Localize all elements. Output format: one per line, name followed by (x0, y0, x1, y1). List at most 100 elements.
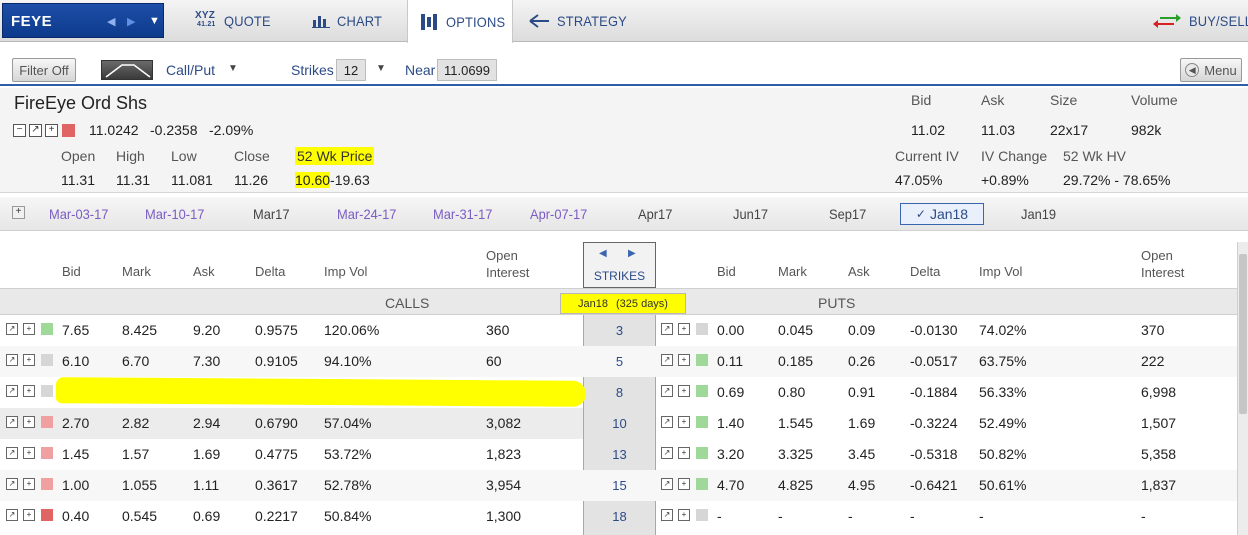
tab-options[interactable]: OPTIONS (407, 0, 513, 43)
symbol-dropdown-icon[interactable]: ▼ (149, 15, 160, 27)
put-oi-cell[interactable]: 1,507 (1141, 415, 1176, 431)
call-delta-cell[interactable]: 0.2217 (255, 508, 298, 524)
tab-chart[interactable]: CHART (312, 0, 386, 42)
call-trade-icon[interactable]: ↗ (6, 447, 18, 459)
put-delta-cell[interactable]: -0.3224 (910, 415, 957, 431)
call-add-icon[interactable]: + (23, 354, 35, 366)
call-put-selector[interactable]: Call/Put (166, 62, 215, 78)
put-mark-cell[interactable]: 4.825 (778, 477, 813, 493)
put-ask-cell[interactable]: 1.69 (848, 415, 875, 431)
put-delta-cell[interactable]: -0.1884 (910, 384, 957, 400)
put-oi-cell[interactable]: 6,998 (1141, 384, 1176, 400)
put-trade-icon[interactable]: ↗ (661, 385, 673, 397)
call-oi-cell[interactable]: 1,300 (486, 508, 521, 524)
menu-button[interactable]: ◀ Menu (1180, 58, 1242, 82)
put-ask-cell[interactable]: 4.95 (848, 477, 875, 493)
expand-all-icon[interactable]: + (12, 206, 25, 219)
put-add-icon[interactable]: + (678, 385, 690, 397)
call-iv-cell[interactable]: 94.10% (324, 353, 371, 369)
call-mark-cell[interactable]: 0.545 (122, 508, 157, 524)
put-oi-cell[interactable]: 5,358 (1141, 446, 1176, 462)
puts-bid-header[interactable]: Bid (717, 264, 736, 279)
strike-cell[interactable]: 10 (583, 416, 656, 431)
puts-impvol-header[interactable]: Imp Vol (979, 264, 1022, 279)
call-trade-icon[interactable]: ↗ (6, 509, 18, 521)
strike-cell[interactable]: 3 (583, 323, 656, 338)
vertical-scrollbar[interactable] (1237, 242, 1248, 535)
put-bid-cell[interactable]: 0.69 (717, 384, 744, 400)
exp-mar-24-17[interactable]: Mar-24-17 (337, 206, 396, 222)
near-price-field[interactable]: 11.0699 (437, 59, 497, 81)
call-mark-cell[interactable]: 8.425 (122, 322, 157, 338)
put-trade-icon[interactable]: ↗ (661, 416, 673, 428)
put-delta-cell[interactable]: -0.0517 (910, 353, 957, 369)
call-trade-icon[interactable]: ↗ (6, 323, 18, 335)
table-row[interactable]: ↗ +7.65 8.425 9.20 0.9575 120.06% 360 3 ↗ +0.00 0.… (0, 315, 1248, 346)
call-add-icon[interactable]: + (23, 509, 35, 521)
call-trade-icon[interactable]: ↗ (6, 478, 18, 490)
call-oi-cell[interactable]: 3,954 (486, 477, 521, 493)
put-trade-icon[interactable]: ↗ (661, 478, 673, 490)
call-bid-cell[interactable]: 7.65 (62, 322, 89, 338)
call-iv-cell[interactable]: 50.84% (324, 508, 371, 524)
put-oi-cell[interactable]: 222 (1141, 353, 1164, 369)
put-bid-cell[interactable]: 4.70 (717, 477, 744, 493)
filter-button[interactable]: Filter Off (12, 58, 76, 82)
call-oi-cell[interactable]: 360 (486, 322, 509, 338)
table-row[interactable]: ↗ +1.00 1.055 1.11 0.3617 52.78% 3,954 15 ↗ +4.70… (0, 470, 1248, 501)
table-row[interactable]: ↗ +0.40 0.545 0.69 0.2217 50.84% 1,300 18 ↗ + - - - -… (0, 501, 1248, 532)
exp-apr-07-17[interactable]: Apr-07-17 (530, 206, 587, 222)
put-delta-cell[interactable]: - (910, 508, 915, 524)
put-bid-cell[interactable]: 0.11 (717, 353, 743, 369)
call-add-icon[interactable]: + (23, 478, 35, 490)
table-row[interactable]: ↗ +6.10 6.70 7.30 0.9105 94.10% 60 5 ↗ +0.11 0.185… (0, 346, 1248, 377)
exp-jun17[interactable]: Jun17 (733, 206, 768, 222)
call-ask-cell[interactable]: 0.69 (193, 508, 220, 524)
put-mark-cell[interactable]: 1.545 (778, 415, 813, 431)
call-delta-cell[interactable]: 0.4775 (255, 446, 298, 462)
strikes-header[interactable]: ◀ ▶ STRIKES (583, 242, 656, 288)
call-ask-cell[interactable]: 1.11 (193, 477, 219, 493)
calls-impvol-header[interactable]: Imp Vol (324, 264, 367, 279)
call-mark-cell[interactable]: 1.055 (122, 477, 157, 493)
call-delta-cell[interactable]: 0.3617 (255, 477, 298, 493)
put-oi-cell[interactable]: 370 (1141, 322, 1164, 338)
puts-mark-header[interactable]: Mark (778, 264, 807, 279)
exp-jan19[interactable]: Jan19 (1021, 206, 1056, 222)
put-iv-cell[interactable]: 56.33% (979, 384, 1026, 400)
call-trade-icon[interactable]: ↗ (6, 354, 18, 366)
call-add-icon[interactable]: + (23, 447, 35, 459)
strikes-scroll-right-icon[interactable]: ▶ (628, 248, 636, 259)
put-delta-cell[interactable]: -0.6421 (910, 477, 957, 493)
put-add-icon[interactable]: + (678, 416, 690, 428)
put-delta-cell[interactable]: -0.0130 (910, 322, 957, 338)
call-mark-cell[interactable]: 1.57 (122, 446, 149, 462)
scrollbar-thumb[interactable] (1239, 254, 1247, 414)
put-mark-cell[interactable]: 3.325 (778, 446, 813, 462)
exp-mar-31-17[interactable]: Mar-31-17 (433, 206, 492, 222)
payoff-mode-icon[interactable] (101, 60, 153, 80)
add-watchlist-icon[interactable]: + (45, 124, 58, 137)
call-iv-cell[interactable]: 120.06% (324, 322, 379, 338)
calls-bid-header[interactable]: Bid (62, 264, 81, 279)
call-oi-cell[interactable]: 3,082 (486, 415, 521, 431)
call-iv-cell[interactable]: 52.78% (324, 477, 371, 493)
call-mark-cell[interactable]: 6.70 (122, 353, 149, 369)
put-iv-cell[interactable]: 63.75% (979, 353, 1026, 369)
tab-quote[interactable]: XYZ 41.21 QUOTE (195, 0, 275, 42)
table-row[interactable]: ↗ +2.70 2.82 2.94 0.6790 57.04% 3,082 10 ↗ +1.40 1… (0, 408, 1248, 439)
puts-ask-header[interactable]: Ask (848, 264, 870, 279)
calls-ask-header[interactable]: Ask (193, 264, 215, 279)
put-iv-cell[interactable]: 50.82% (979, 446, 1026, 462)
put-iv-cell[interactable]: - (979, 508, 984, 524)
put-bid-cell[interactable]: 1.40 (717, 415, 744, 431)
strikes-dropdown-icon[interactable]: ▼ (376, 63, 386, 74)
call-iv-cell[interactable]: 57.04% (324, 415, 371, 431)
strike-cell[interactable]: 13 (583, 447, 656, 462)
next-symbol-arrow-icon[interactable]: ▶ (127, 15, 135, 28)
put-oi-cell[interactable]: - (1141, 508, 1146, 524)
call-mark-cell[interactable]: 2.82 (122, 415, 149, 431)
call-ask-cell[interactable]: 2.94 (193, 415, 220, 431)
put-ask-cell[interactable]: 3.45 (848, 446, 875, 462)
calls-delta-header[interactable]: Delta (255, 264, 285, 279)
